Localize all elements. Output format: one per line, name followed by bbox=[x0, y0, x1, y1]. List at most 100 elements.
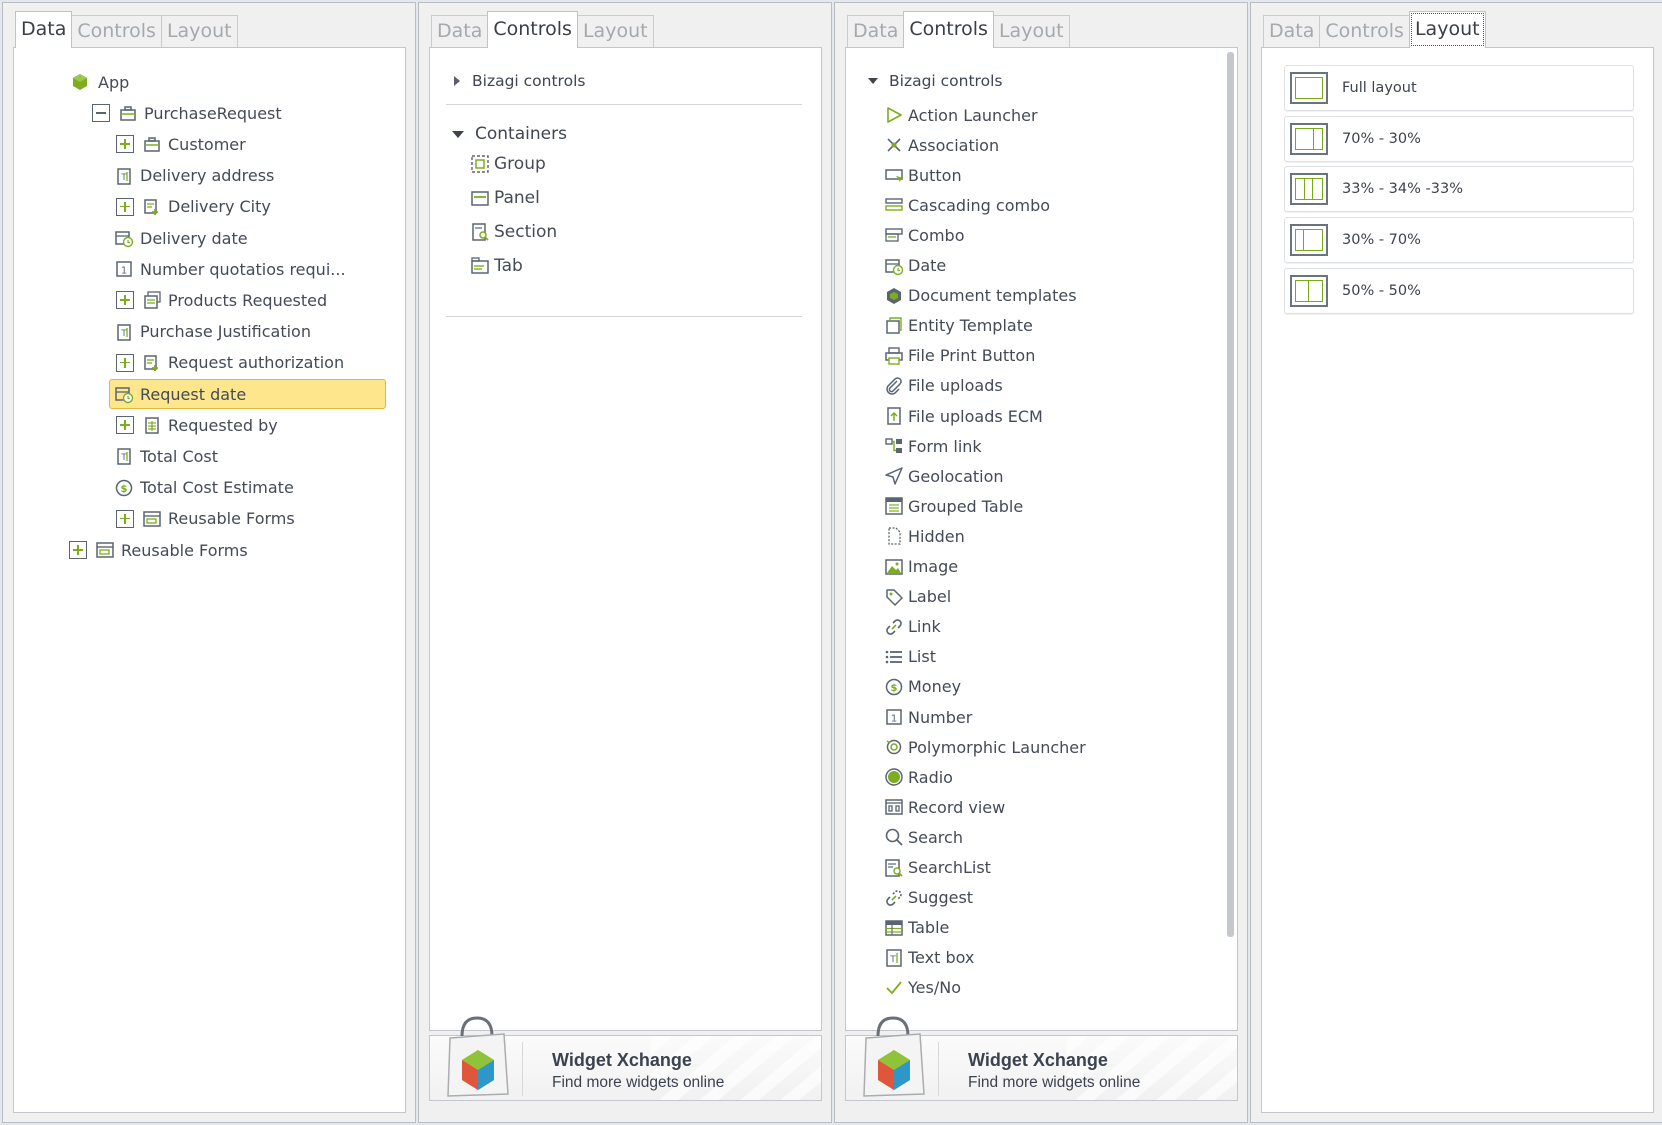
container-section[interactable]: Section bbox=[470, 218, 557, 246]
tree-node-label: Delivery date bbox=[140, 228, 248, 248]
tree-node-purchase-justification[interactable]: T Purchase Justification bbox=[114, 317, 311, 347]
control-searchlist[interactable]: SearchList bbox=[884, 854, 991, 882]
tree-node-total-cost-estimate[interactable]: $ Total Cost Estimate bbox=[114, 473, 294, 503]
tab-layout[interactable]: Layout bbox=[1408, 11, 1486, 48]
control-label: List bbox=[908, 647, 936, 667]
vertical-scrollbar[interactable] bbox=[1225, 52, 1235, 937]
control-text-box[interactable]: T Text box bbox=[884, 944, 974, 972]
layout-option-full-layout[interactable]: Full layout bbox=[1284, 65, 1634, 111]
tree-node-requested-by[interactable]: Requested by bbox=[116, 410, 278, 440]
control-label: Link bbox=[908, 617, 941, 637]
tree-node-customer[interactable]: Customer bbox=[116, 129, 246, 159]
control-file-uploads[interactable]: File uploads bbox=[884, 372, 1003, 400]
control-number[interactable]: 1 Number bbox=[884, 703, 972, 731]
tab-layout[interactable]: Layout bbox=[576, 15, 654, 48]
tab-data[interactable]: Data bbox=[847, 15, 905, 48]
control-table[interactable]: Table bbox=[884, 914, 949, 942]
control-action-launcher[interactable]: Action Launcher bbox=[884, 101, 1038, 129]
control-geolocation[interactable]: Geolocation bbox=[884, 462, 1004, 490]
control-polymorphic-launcher[interactable]: Polymorphic Launcher bbox=[884, 733, 1086, 761]
container-group[interactable]: Group bbox=[470, 150, 546, 178]
collapse-minus-icon[interactable] bbox=[92, 104, 110, 123]
tree-node-delivery-date[interactable]: Delivery date bbox=[114, 223, 248, 253]
date-icon bbox=[884, 256, 904, 276]
layout-option-50-50[interactable]: 50% - 50% bbox=[1284, 267, 1634, 314]
container-tab[interactable]: Tab bbox=[470, 252, 523, 280]
tab-controls[interactable]: Controls bbox=[903, 11, 994, 48]
control-money[interactable]: $ Money bbox=[884, 673, 961, 701]
control-radio[interactable]: Radio bbox=[884, 763, 953, 791]
widget-xchange-banner[interactable]: Widget Xchange Find more widgets online bbox=[845, 1016, 1238, 1101]
control-document-templates[interactable]: Document templates bbox=[884, 282, 1077, 310]
tree-node-purchaserequest[interactable]: PurchaseRequest bbox=[92, 98, 282, 128]
control-file-print-button[interactable]: File Print Button bbox=[884, 342, 1035, 370]
control-search[interactable]: Search bbox=[884, 823, 963, 851]
widget-xchange-banner[interactable]: Widget Xchange Find more widgets online bbox=[429, 1016, 822, 1101]
tab-layout[interactable]: Layout bbox=[992, 15, 1070, 48]
tab-controls[interactable]: Controls bbox=[1319, 15, 1410, 48]
searchlist-icon bbox=[884, 858, 904, 878]
control-file-uploads-ecm[interactable]: File uploads ECM bbox=[884, 402, 1043, 430]
money-attribute-icon: $ bbox=[114, 478, 134, 498]
control-entity-template[interactable]: Entity Template bbox=[884, 312, 1033, 340]
expand-plus-icon[interactable] bbox=[116, 416, 134, 435]
layout-thumbnail-icon bbox=[1290, 173, 1328, 206]
tree-node-request-date[interactable]: Request date bbox=[109, 379, 386, 409]
tab-data[interactable]: Data bbox=[1263, 15, 1321, 48]
tab-controls[interactable]: Controls bbox=[71, 15, 162, 48]
layout-option-33-34-33[interactable]: 33% - 34% -33% bbox=[1284, 166, 1634, 213]
control-button[interactable]: Button bbox=[884, 161, 962, 189]
tree-node-total-cost[interactable]: T Total Cost bbox=[114, 441, 218, 471]
tab-controls[interactable]: Controls bbox=[487, 11, 578, 48]
date-attribute-icon bbox=[114, 384, 134, 404]
control-cascading-combo[interactable]: Cascading combo bbox=[884, 191, 1050, 219]
layout-option-70-30[interactable]: 70% - 30% bbox=[1284, 115, 1634, 162]
control-record-view[interactable]: Record view bbox=[884, 793, 1005, 821]
tree-node-number-quotatios-requi[interactable]: 1 Number quotatios requi... bbox=[114, 254, 346, 284]
divider bbox=[446, 316, 802, 317]
container-panel[interactable]: Panel bbox=[470, 184, 540, 212]
control-label: Hidden bbox=[908, 526, 965, 546]
textbox-icon: T bbox=[884, 948, 904, 968]
expand-plus-icon[interactable] bbox=[69, 541, 87, 559]
expand-plus-icon[interactable] bbox=[116, 197, 134, 216]
related-entity-icon bbox=[142, 353, 162, 373]
expand-plus-icon[interactable] bbox=[116, 353, 134, 372]
control-combo[interactable]: Combo bbox=[884, 221, 965, 249]
forms-icon bbox=[95, 540, 115, 560]
category-containers[interactable]: Containers bbox=[452, 124, 567, 144]
tree-node-app[interactable]: App bbox=[70, 67, 129, 97]
control-grouped-table[interactable]: Grouped Table bbox=[884, 492, 1023, 520]
svg-text:$: $ bbox=[121, 484, 128, 495]
control-date[interactable]: Date bbox=[884, 252, 946, 280]
control-yes-no[interactable]: Yes/No bbox=[884, 974, 961, 1002]
tree-node-reusable-forms[interactable]: Reusable Forms bbox=[116, 504, 295, 534]
text-attribute-icon: T bbox=[114, 322, 134, 342]
tree-node-products-requested[interactable]: Products Requested bbox=[116, 285, 327, 315]
tab-data[interactable]: Data bbox=[15, 11, 73, 48]
tree-node-delivery-address[interactable]: T Delivery address bbox=[114, 161, 274, 191]
control-image[interactable]: Image bbox=[884, 553, 958, 581]
expand-plus-icon[interactable] bbox=[116, 509, 134, 528]
control-association[interactable]: Association bbox=[884, 131, 999, 159]
expand-plus-icon[interactable] bbox=[116, 135, 134, 154]
expand-plus-icon[interactable] bbox=[116, 291, 134, 310]
category-bizagi-controls[interactable]: Bizagi controls bbox=[454, 72, 585, 90]
layout-option-30-70[interactable]: 30% - 70% bbox=[1284, 217, 1634, 264]
category-bizagi-controls[interactable]: Bizagi controls bbox=[868, 72, 1002, 90]
number-icon: 1 bbox=[884, 707, 904, 727]
control-list[interactable]: List bbox=[884, 643, 936, 671]
control-label[interactable]: Label bbox=[884, 583, 951, 611]
control-suggest[interactable]: Suggest bbox=[884, 884, 973, 912]
control-link[interactable]: Link bbox=[884, 613, 941, 641]
control-label: Panel bbox=[494, 188, 540, 208]
tree-node-delivery-city[interactable]: Delivery City bbox=[116, 192, 271, 222]
tab-data[interactable]: Data bbox=[431, 15, 489, 48]
control-hidden[interactable]: Hidden bbox=[884, 522, 965, 550]
scrollbar-thumb[interactable] bbox=[1227, 52, 1234, 937]
control-form-link[interactable]: Form link bbox=[884, 432, 982, 460]
tree-node-reusable-forms[interactable]: Reusable Forms bbox=[69, 535, 248, 565]
tree-node-request-authorization[interactable]: Request authorization bbox=[116, 348, 344, 378]
control-label: Group bbox=[494, 154, 546, 174]
tab-layout[interactable]: Layout bbox=[160, 15, 238, 48]
